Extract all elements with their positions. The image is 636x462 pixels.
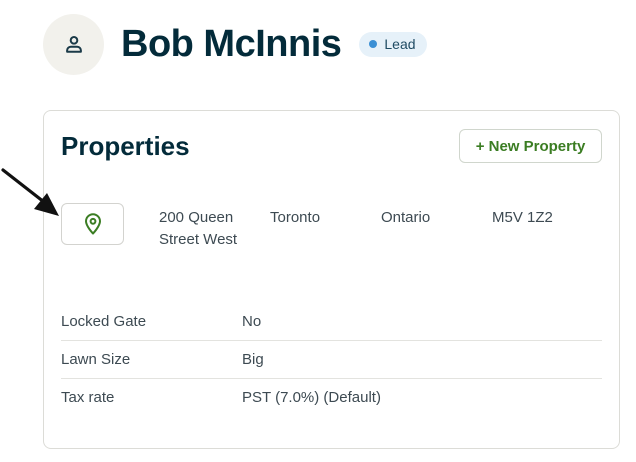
properties-title: Properties: [61, 131, 190, 161]
field-row-lawn-size: Lawn Size Big: [61, 341, 602, 379]
properties-card: Properties + New Property 200 Queen Stre…: [43, 110, 620, 449]
field-value: Big: [242, 351, 264, 368]
property-province: Ontario: [381, 209, 431, 226]
field-value: No: [242, 313, 262, 330]
property-map-button[interactable]: [61, 203, 124, 245]
field-label: Lawn Size: [61, 351, 131, 368]
client-name: Bob McInnis: [121, 22, 342, 65]
user-icon: [65, 36, 82, 53]
new-property-button[interactable]: + New Property: [459, 129, 602, 163]
pointer-arrow-icon: [1, 168, 59, 216]
property-postal-code: M5V 1Z2: [492, 209, 553, 226]
status-dot: [369, 40, 378, 48]
field-label: Tax rate: [61, 389, 115, 406]
property-street[interactable]: 200 Queen Street West: [159, 207, 259, 251]
avatar: [43, 13, 104, 75]
field-label: Locked Gate: [61, 313, 147, 330]
property-city: Toronto: [270, 209, 321, 226]
client-header: Bob McInnis Lead: [43, 13, 427, 75]
custom-fields-list: Locked Gate No Lawn Size Big Tax rate PS…: [61, 303, 602, 416]
status-badge-label: Lead: [384, 36, 416, 52]
map-pin-icon: [84, 213, 101, 235]
status-badge: Lead: [359, 31, 427, 57]
field-value: PST (7.0%) (Default): [242, 389, 381, 406]
field-row-locked-gate: Locked Gate No: [61, 303, 602, 341]
field-row-tax-rate: Tax rate PST (7.0%) (Default): [61, 379, 602, 416]
